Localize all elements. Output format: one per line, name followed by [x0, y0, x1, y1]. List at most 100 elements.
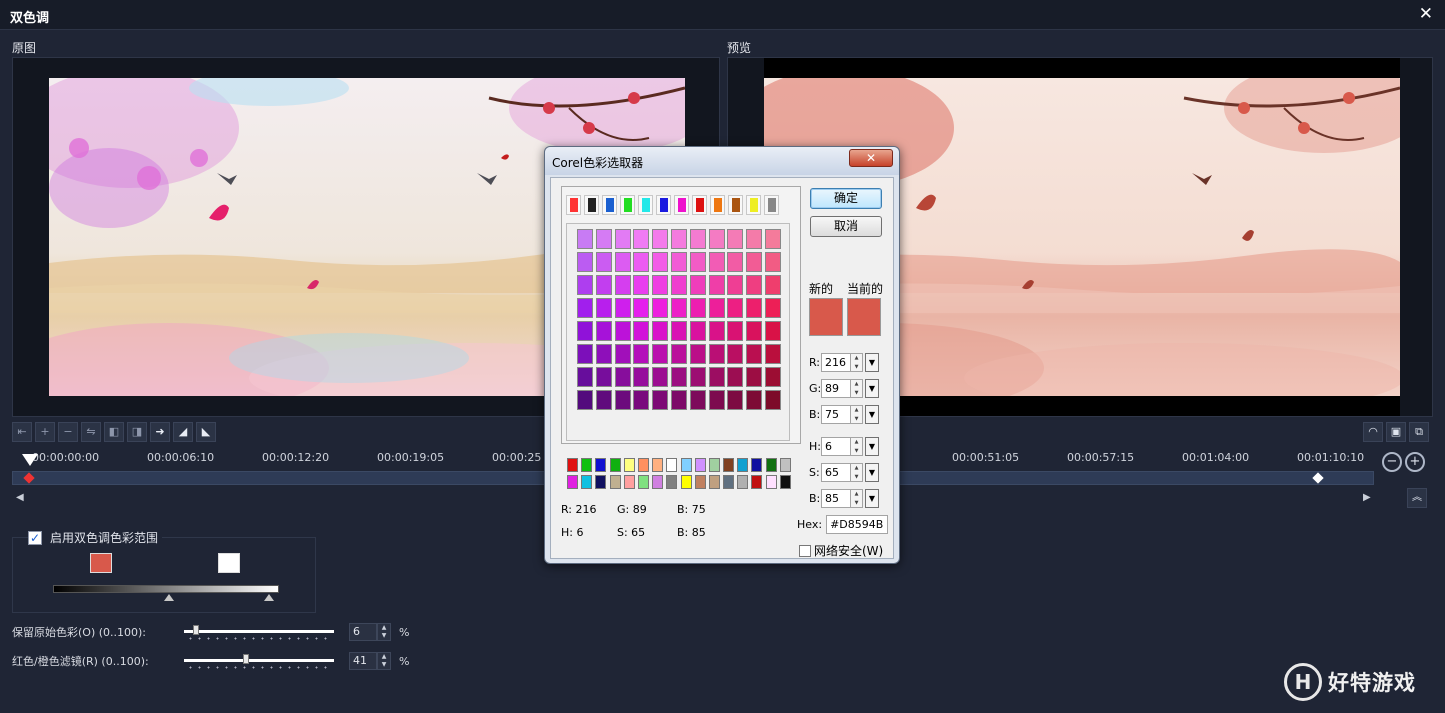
basic-color-swatch[interactable] — [779, 475, 791, 489]
preserve-original-field[interactable]: 6 — [349, 623, 377, 641]
basic-color-swatch[interactable] — [680, 458, 692, 472]
color-grid-cell[interactable] — [670, 321, 687, 341]
palette-tab[interactable] — [746, 195, 761, 215]
color-grid-cell[interactable] — [595, 252, 612, 272]
basic-color-swatch[interactable] — [581, 458, 593, 472]
color-grid-cell[interactable] — [670, 344, 687, 364]
basic-color-swatch[interactable] — [751, 458, 763, 472]
hex-field[interactable]: #D8594B — [826, 515, 889, 534]
color-grid-cell[interactable] — [708, 390, 725, 410]
color-grid-cell[interactable] — [652, 367, 669, 387]
basic-color-swatch[interactable] — [609, 458, 621, 472]
basic-color-swatch[interactable] — [680, 475, 692, 489]
color-grid-cell[interactable] — [746, 390, 763, 410]
palette-tab[interactable] — [674, 195, 689, 215]
prev-keyframe-button[interactable]: ◧ — [104, 422, 124, 442]
playhead[interactable] — [22, 454, 38, 466]
s-dropdown-icon[interactable]: ▼ — [865, 463, 879, 482]
color-grid-cell[interactable] — [595, 321, 612, 341]
ok-button[interactable]: 确定 — [810, 188, 882, 209]
basic-color-swatch[interactable] — [623, 458, 635, 472]
color-grid-cell[interactable] — [633, 367, 650, 387]
color-grid-cell[interactable] — [577, 321, 593, 341]
color-grid-cell[interactable] — [614, 252, 631, 272]
color-grid-cell[interactable] — [633, 298, 650, 318]
performance-icon[interactable]: ◠ — [1363, 422, 1383, 442]
basic-color-swatch[interactable] — [637, 475, 649, 489]
checkbox-check-icon[interactable]: ✓ — [28, 530, 42, 545]
g-field[interactable]: 89 — [821, 379, 851, 398]
color-grid-cell[interactable] — [595, 344, 612, 364]
color-grid-cell[interactable] — [727, 252, 744, 272]
basic-color-swatch[interactable] — [737, 458, 749, 472]
g-dropdown-icon[interactable]: ▼ — [865, 379, 879, 398]
b-field[interactable]: 75 — [821, 405, 851, 424]
color-grid-cell[interactable] — [614, 344, 631, 364]
color-grid-cell[interactable] — [633, 321, 650, 341]
color-grid-cell[interactable] — [633, 275, 650, 295]
color-grid-cell[interactable] — [727, 275, 744, 295]
g-spinner[interactable]: ▲ ▼ — [851, 379, 863, 398]
color-grid-cell[interactable] — [633, 344, 650, 364]
color-grid-cell[interactable] — [652, 298, 669, 318]
fade-out-button[interactable]: ◣ — [196, 422, 216, 442]
red-orange-filter-field[interactable]: 41 — [349, 652, 377, 670]
cancel-button[interactable]: 取消 — [810, 216, 882, 237]
scroll-right-icon[interactable]: ▶ — [1363, 492, 1371, 503]
color-grid-cell[interactable] — [614, 367, 631, 387]
color-grid-cell[interactable] — [614, 298, 631, 318]
color-grid-cell[interactable] — [614, 390, 631, 410]
next-keyframe-button[interactable]: ◨ — [127, 422, 147, 442]
color-grid-cell[interactable] — [764, 275, 781, 295]
color-grid-cell[interactable] — [595, 229, 612, 249]
bv-dropdown-icon[interactable]: ▼ — [865, 489, 879, 508]
color-grid-cell[interactable] — [708, 321, 725, 341]
basic-color-swatch[interactable] — [637, 458, 649, 472]
basic-color-swatch[interactable] — [751, 475, 763, 489]
color-grid-cell[interactable] — [652, 390, 669, 410]
palette-tab[interactable] — [602, 195, 617, 215]
remove-keyframe-button[interactable]: − — [58, 422, 78, 442]
basic-color-swatch[interactable] — [623, 475, 635, 489]
s-spinner[interactable]: ▲ ▼ — [851, 463, 863, 482]
palette-tab[interactable] — [584, 195, 599, 215]
palette-tab[interactable] — [692, 195, 707, 215]
h-dropdown-icon[interactable]: ▼ — [865, 437, 879, 456]
basic-color-swatch[interactable] — [666, 475, 678, 489]
color-grid-cell[interactable] — [652, 344, 669, 364]
color-grid-cell[interactable] — [727, 321, 744, 341]
basic-color-swatch[interactable] — [567, 458, 578, 472]
basic-color-swatch[interactable] — [737, 475, 749, 489]
b-spinner[interactable]: ▲ ▼ — [851, 405, 863, 424]
color-grid-cell[interactable] — [708, 367, 725, 387]
move-right-button[interactable]: ➜ — [150, 422, 170, 442]
palette-tab[interactable] — [638, 195, 653, 215]
palette-tab[interactable] — [656, 195, 671, 215]
color-grid-cell[interactable] — [633, 390, 650, 410]
basic-color-swatch[interactable] — [567, 475, 578, 489]
color-grid-cell[interactable] — [614, 229, 631, 249]
color-grid-cell[interactable] — [689, 298, 706, 318]
color-grid-cell[interactable] — [633, 252, 650, 272]
color-grid-cell[interactable] — [652, 229, 669, 249]
r-field[interactable]: 216 — [821, 353, 851, 372]
zoom-out-icon[interactable]: − — [1382, 452, 1402, 472]
palette-tab[interactable] — [620, 195, 635, 215]
color-grid-cell[interactable] — [746, 229, 763, 249]
preview-screen-icon[interactable]: ▣ — [1386, 422, 1406, 442]
red-orange-filter-spinner[interactable]: ▲ ▼ — [377, 652, 391, 670]
color-grid-cell[interactable] — [577, 298, 593, 318]
color-grid-cell[interactable] — [708, 229, 725, 249]
r-dropdown-icon[interactable]: ▼ — [865, 353, 879, 372]
basic-color-swatch[interactable] — [694, 475, 706, 489]
dark-color-swatch[interactable] — [90, 553, 112, 573]
color-grid-cell[interactable] — [689, 252, 706, 272]
light-color-swatch[interactable] — [218, 553, 240, 573]
h-spinner[interactable]: ▲ ▼ — [851, 437, 863, 456]
color-grid-cell[interactable] — [670, 367, 687, 387]
color-grid-cell[interactable] — [708, 344, 725, 364]
color-grid-cell[interactable] — [577, 229, 593, 249]
color-grid-cell[interactable] — [577, 367, 593, 387]
reverse-keyframes-button[interactable]: ⇋ — [81, 422, 101, 442]
enable-range-checkbox[interactable]: ✓ 启用双色调色彩范围 — [28, 529, 163, 546]
